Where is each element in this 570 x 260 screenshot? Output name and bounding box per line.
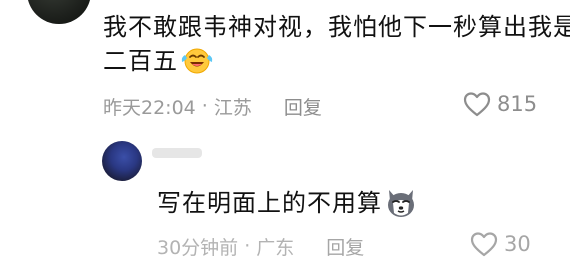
reply-location: 广东 [256, 236, 295, 259]
reply-like-count: 30 [504, 232, 531, 256]
reply-text: 写在明面上的不用算 [157, 189, 382, 217]
laughing-tears-icon [180, 45, 214, 75]
replier-name-redacted [152, 148, 202, 158]
reply-meta: 30分钟前 · 广东 回复 [157, 232, 364, 260]
like-count: 815 [497, 92, 538, 116]
comment-meta: 昨天22:04 · 江苏 回复 [103, 92, 322, 120]
heart-icon [470, 232, 498, 257]
comment-location: 江苏 [213, 96, 252, 119]
reply-body: 写在明面上的不用算 [157, 186, 418, 220]
comment-text: 我不敢跟韦神对视，我怕他下一秒算出我是二百五 [103, 13, 570, 75]
meta-separator: · [201, 95, 208, 117]
meta-separator: · [244, 235, 251, 257]
comment-time: 昨天22:04 [103, 96, 196, 119]
comment-body: 我不敢跟韦神对视，我怕他下一秒算出我是二百五 [103, 10, 570, 78]
heart-icon [463, 92, 491, 117]
like-button[interactable]: 815 [463, 91, 537, 117]
replier-avatar[interactable] [102, 141, 142, 181]
reply-button[interactable]: 回复 [284, 93, 322, 120]
husky-dog-icon [384, 187, 418, 219]
commenter-avatar[interactable] [27, 0, 91, 24]
reply-like-button[interactable]: 30 [470, 231, 531, 257]
reply-time: 30分钟前 [157, 236, 239, 259]
reply-to-reply-button[interactable]: 回复 [326, 233, 364, 260]
